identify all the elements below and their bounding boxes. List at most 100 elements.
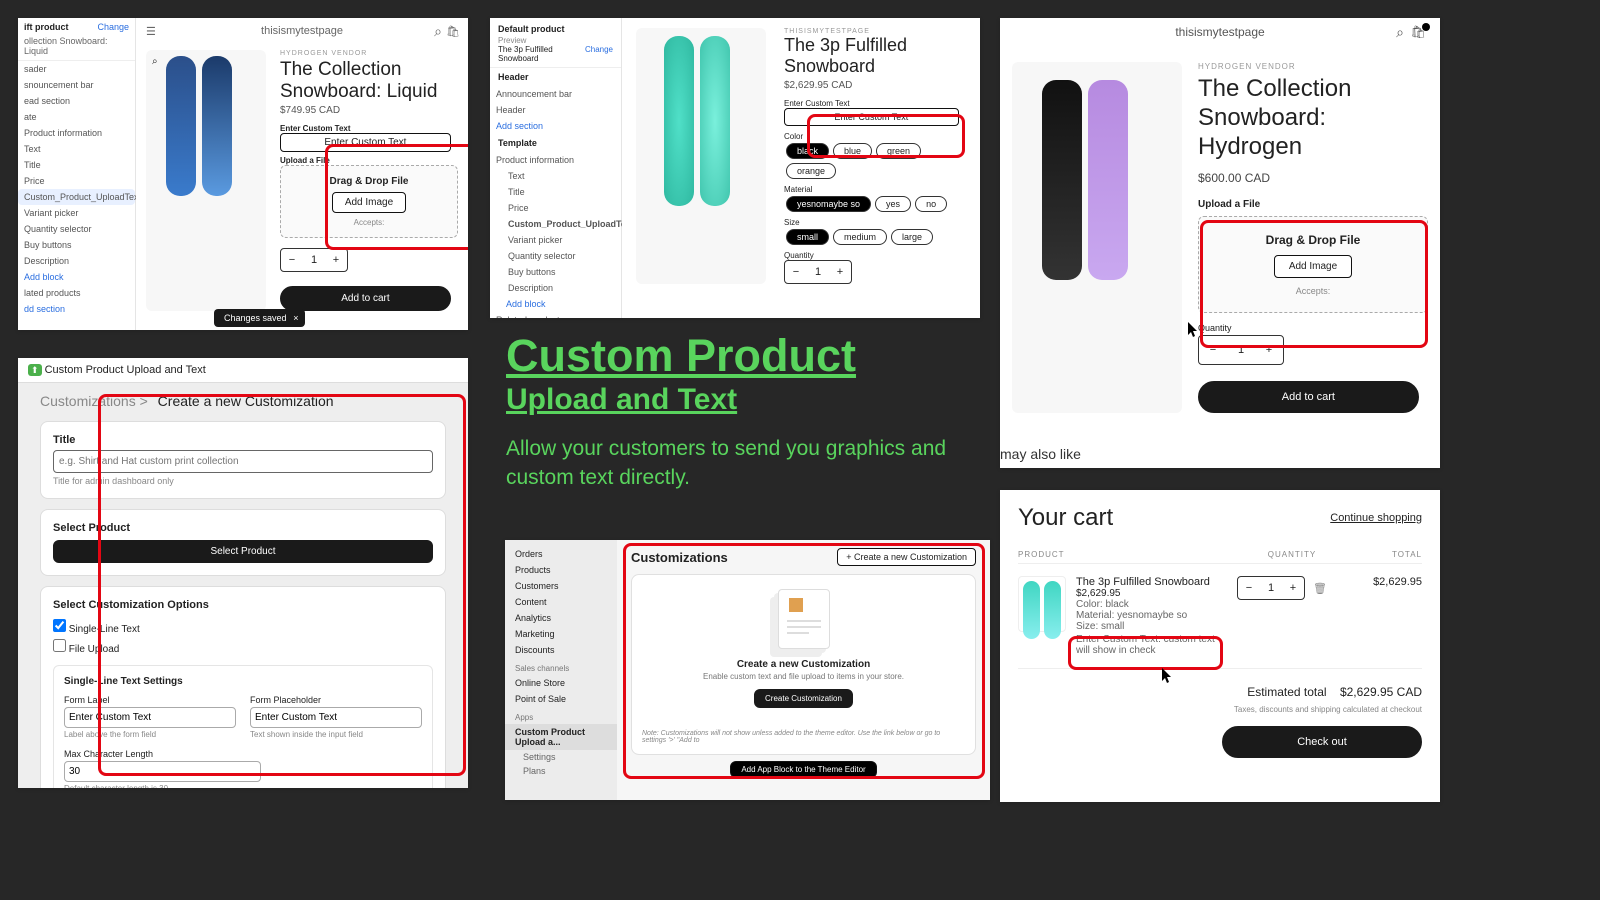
add-image-button[interactable]: Add Image <box>332 192 406 213</box>
file-upload-checkbox[interactable]: File Upload <box>53 637 433 657</box>
sidebar-item[interactable]: Description <box>18 253 135 269</box>
related-products-item[interactable]: Related products <box>490 312 621 318</box>
sidebar-block-item[interactable]: Variant picker <box>502 232 621 248</box>
admin-nav-item[interactable]: Marketing <box>505 626 617 642</box>
announcement-bar-item[interactable]: Announcement bar <box>490 86 621 102</box>
variant-pill[interactable]: small <box>786 229 829 245</box>
quantity-stepper[interactable]: −1+ <box>280 248 348 272</box>
sidebar-item[interactable]: ate <box>18 109 135 125</box>
vendor: HYDROGEN VENDOR <box>280 50 458 57</box>
add-app-block-button[interactable]: Add App Block to the Theme Editor <box>730 761 876 778</box>
material-label: Material <box>784 185 966 194</box>
continue-shopping-link[interactable]: Continue shopping <box>1330 512 1422 524</box>
admin-nav-item[interactable]: Products <box>505 562 617 578</box>
add-image-button[interactable]: Add Image <box>1274 255 1352 278</box>
cart-icon[interactable]: 🛍 <box>446 25 460 38</box>
sidebar-item[interactable]: Buy buttons <box>18 237 135 253</box>
store-name: thisismytestpage <box>261 25 343 37</box>
custom-text-label: Enter Custom Text <box>280 124 458 133</box>
checkout-button[interactable]: Check out <box>1222 726 1422 758</box>
select-product-button[interactable]: Select Product <box>53 540 433 563</box>
zoom-icon[interactable]: ⌕ <box>152 56 158 67</box>
variant-pill[interactable]: orange <box>786 163 836 179</box>
admin-nav-item[interactable]: Discounts <box>505 642 617 658</box>
sidebar-block-item[interactable]: Text <box>502 168 621 184</box>
variant-pill[interactable]: no <box>915 196 947 212</box>
quantity-value: 1 <box>807 261 829 283</box>
variant-pill[interactable]: blue <box>833 143 872 159</box>
app-sidebar-item[interactable]: Custom Product Upload a... <box>505 724 617 750</box>
sidebar-item[interactable]: sader <box>18 61 135 77</box>
form-placeholder-input[interactable] <box>250 707 422 728</box>
add-block-link[interactable]: Add block <box>490 296 621 312</box>
editor-preview: ☰ thisismytestpage 🛍 ⌕ HYDROGEN VENDOR T… <box>136 18 468 330</box>
max-char-input[interactable] <box>64 761 261 782</box>
variant-pill[interactable]: yes <box>875 196 911 212</box>
sidebar-item[interactable]: Product information <box>18 125 135 141</box>
create-customization-button[interactable]: Create Customization <box>754 689 853 708</box>
cart-row: The 3p Fulfilled Snowboard $2,629.95 Col… <box>1018 564 1422 668</box>
trash-icon[interactable]: 🗑 <box>1313 582 1327 595</box>
item-name[interactable]: The 3p Fulfilled Snowboard <box>1076 576 1222 588</box>
variant-pill[interactable]: black <box>786 143 829 159</box>
app-subnav-item[interactable]: Settings <box>513 750 617 764</box>
sidebar-block-item[interactable]: Buy buttons <box>502 264 621 280</box>
sales-channel-item[interactable]: Point of Sale <box>505 691 617 707</box>
add-block-link[interactable]: Add block <box>18 269 135 285</box>
sidebar-item[interactable]: Quantity selector <box>18 221 135 237</box>
create-customization-header-button[interactable]: + Create a new Customization <box>837 548 976 566</box>
title-field-label: Title <box>53 434 433 446</box>
menu-icon[interactable]: ☰ <box>146 25 156 38</box>
sidebar-item[interactable]: Price <box>18 173 135 189</box>
variant-pill[interactable]: large <box>891 229 933 245</box>
toast-close-icon[interactable]: × <box>293 313 298 323</box>
admin-nav-item[interactable]: Orders <box>505 546 617 562</box>
cart-screenshot: Your cart Continue shopping PRODUCT QUAN… <box>1000 490 1440 802</box>
title-help-text: Title for admin dashboard only <box>53 476 433 486</box>
quantity-stepper[interactable]: −1+ <box>1237 576 1305 600</box>
sidebar-block-item[interactable]: Description <box>502 280 621 296</box>
sidebar-block-item[interactable]: Price <box>502 200 621 216</box>
search-icon[interactable] <box>434 23 442 40</box>
app-subnav-item[interactable]: Plans <box>513 764 617 778</box>
add-to-cart-button[interactable]: Add to cart <box>280 286 451 311</box>
cart-icon[interactable]: 🛍 <box>1411 25 1426 39</box>
related-products[interactable]: lated products <box>18 285 135 301</box>
add-section-link[interactable]: dd section <box>18 301 135 317</box>
sidebar-item[interactable]: Variant picker <box>18 205 135 221</box>
sidebar-block-item[interactable]: Title <box>502 184 621 200</box>
single-line-text-checkbox[interactable]: Single-Line Text <box>53 617 433 637</box>
admin-nav-item[interactable]: Customers <box>505 578 617 594</box>
header-item[interactable]: Header <box>490 102 621 118</box>
sales-channel-item[interactable]: Online Store <box>505 675 617 691</box>
sidebar-item[interactable]: Text <box>18 141 135 157</box>
sidebar-item[interactable]: snouncement bar <box>18 77 135 93</box>
product-info-item[interactable]: Product information <box>490 152 621 168</box>
add-to-cart-button[interactable]: Add to cart <box>1198 381 1419 413</box>
title-input[interactable] <box>53 450 433 473</box>
custom-text-input[interactable]: Enter Custom Text <box>784 108 959 126</box>
variant-pill[interactable]: green <box>876 143 921 159</box>
form-label-input[interactable] <box>64 707 236 728</box>
variant-pill[interactable]: medium <box>833 229 887 245</box>
sidebar-item[interactable]: ead section <box>18 93 135 109</box>
product-hydrogen-screenshot: thisismytestpage 🛍 HYDROGEN VENDOR The C… <box>1000 18 1440 468</box>
variant-pill[interactable]: yesnomaybe so <box>786 196 871 212</box>
breadcrumb[interactable]: Customizations > <box>40 393 148 409</box>
sidebar-item[interactable]: Title <box>18 157 135 173</box>
search-icon[interactable] <box>1396 24 1404 41</box>
change-link[interactable]: Change <box>585 45 613 63</box>
add-section-link[interactable]: Add section <box>490 118 621 134</box>
admin-nav-item[interactable]: Analytics <box>505 610 617 626</box>
change-link[interactable]: Change <box>97 22 129 32</box>
file-dropzone[interactable]: Drag & Drop File Add Image Accepts: <box>1198 216 1428 313</box>
admin-nav-item[interactable]: Content <box>505 594 617 610</box>
quantity-stepper[interactable]: −1+ <box>1198 335 1284 365</box>
sidebar-block-item[interactable]: Quantity selector <box>502 248 621 264</box>
quantity-stepper[interactable]: −1+ <box>784 260 852 284</box>
sidebar-block-item[interactable]: Custom_Product_UploadText <box>502 216 621 232</box>
custom-text-input[interactable]: Enter Custom Text <box>280 133 451 152</box>
file-dropzone[interactable]: Drag & Drop File Add Image Accepts: <box>280 165 458 238</box>
sidebar-item[interactable]: Custom_Product_UploadText <box>18 189 135 205</box>
customizations-heading: Customizations <box>631 550 728 565</box>
